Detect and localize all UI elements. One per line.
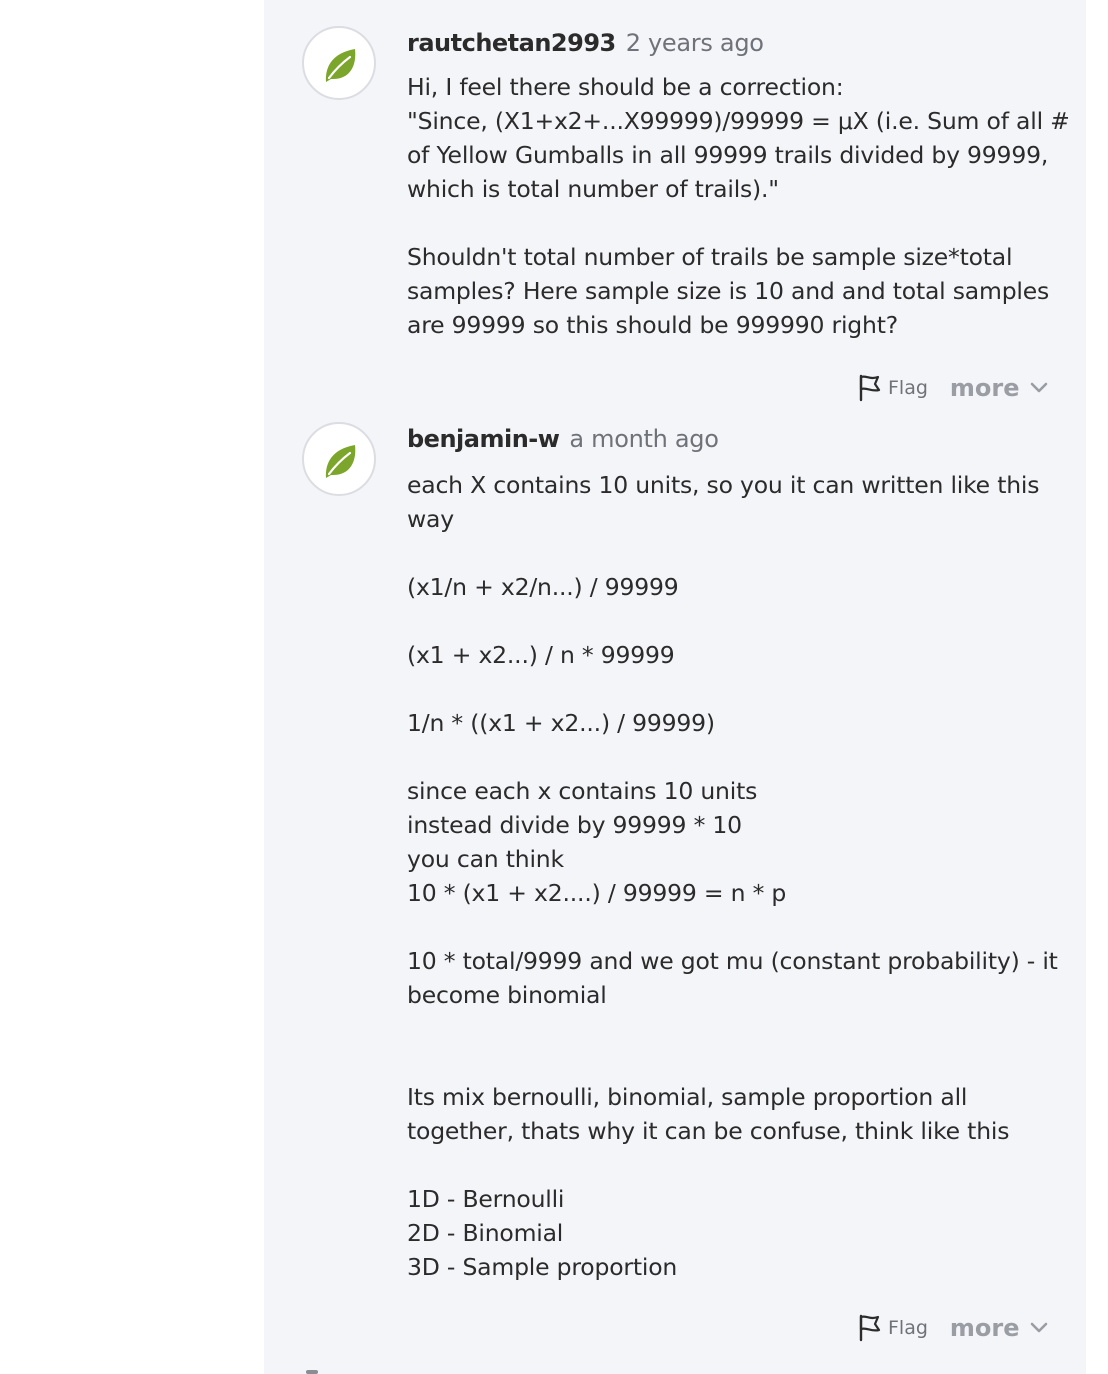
comment-line: Hi, I feel there should be a correction: <box>407 73 844 101</box>
comment-header: benjamin-w a month ago <box>407 422 719 456</box>
flag-label: Flag <box>888 377 928 399</box>
comment-line: (x1 + x2...) / n * 99999 <box>407 641 675 669</box>
chevron-down-icon <box>1030 1322 1047 1333</box>
comment-thread: rautchetan2993 2 years ago Hi, I feel the… <box>264 0 1086 1374</box>
comment-line: 3D - Sample proportion <box>407 1253 678 1281</box>
comment-body: each X contains 10 units, so you it can … <box>407 468 1058 1284</box>
comment-actions: Flag more <box>858 1311 1048 1345</box>
comment-line: 10 * (x1 + x2....) / 99999 = n * p <box>407 879 787 907</box>
comment-line: Its mix bernoulli, binomial, sample prop… <box>407 1083 968 1111</box>
flag-icon <box>859 1314 881 1342</box>
comment-line: are 99999 so this should be 999990 right… <box>407 311 898 339</box>
comment-line: 2D - Binomial <box>407 1219 564 1247</box>
comment: rautchetan2993 2 years ago Hi, I feel the… <box>302 26 1070 402</box>
comment-line: 1/n * ((x1 + x2...) / 99999) <box>407 709 715 737</box>
chevron-down-icon <box>1030 382 1047 393</box>
flag-label: Flag <box>888 1317 928 1339</box>
comment-actions: Flag more <box>858 371 1048 405</box>
previous-comment-actions-cutoff <box>844 0 1108 4</box>
author-name[interactable]: benjamin-w <box>407 425 560 453</box>
comment-line: Shouldn't total number of trails be samp… <box>407 243 1013 271</box>
comment-line: each X contains 10 units, so you it can … <box>407 471 1040 499</box>
comment-body: Hi, I feel there should be a correction:… <box>407 70 1070 342</box>
comment-line: way <box>407 505 454 533</box>
avatar[interactable] <box>302 422 376 496</box>
next-comment-cutoff <box>306 1370 318 1374</box>
more-button[interactable]: more <box>950 374 1048 402</box>
comment-line: together, thats why it can be confuse, t… <box>407 1117 1010 1145</box>
comment-line: instead divide by 99999 * 10 <box>407 811 742 839</box>
comment-line: become binomial <box>407 981 607 1009</box>
page: rautchetan2993 2 years ago Hi, I feel the… <box>0 0 1108 1374</box>
comment-line: 10 * total/9999 and we got mu (constant … <box>407 947 1058 975</box>
more-button[interactable]: more <box>950 1314 1048 1342</box>
flag-button[interactable]: Flag <box>858 1314 928 1342</box>
comment-line: 1D - Bernoulli <box>407 1185 565 1213</box>
comment-line: "Since, (X1+x2+...X99999)/99999 = μX (i.… <box>407 107 1070 135</box>
flag-icon <box>859 374 881 402</box>
avatar[interactable] <box>302 26 376 100</box>
comment-time[interactable]: 2 years ago <box>626 29 764 57</box>
comment-line: which is total number of trails)." <box>407 175 779 203</box>
comment-line: (x1/n + x2/n...) / 99999 <box>407 573 679 601</box>
leaf-icon <box>325 445 356 478</box>
comment-line: you can think <box>407 845 564 873</box>
flag-button[interactable]: Flag <box>858 374 928 402</box>
comment-header: rautchetan2993 2 years ago <box>407 26 764 60</box>
author-name[interactable]: rautchetan2993 <box>407 29 616 57</box>
comment-time[interactable]: a month ago <box>569 425 718 453</box>
leaf-icon <box>325 49 356 82</box>
more-label: more <box>949 1314 1020 1342</box>
more-label: more <box>949 374 1020 402</box>
comment-line: samples? Here sample size is 10 and and … <box>407 277 1050 305</box>
comment-line: of Yellow Gumballs in all 99999 trails d… <box>407 141 1049 169</box>
comment-line: since each x contains 10 units <box>407 777 758 805</box>
comment: benjamin-w a month ago each X contains 10… <box>302 422 1058 1352</box>
